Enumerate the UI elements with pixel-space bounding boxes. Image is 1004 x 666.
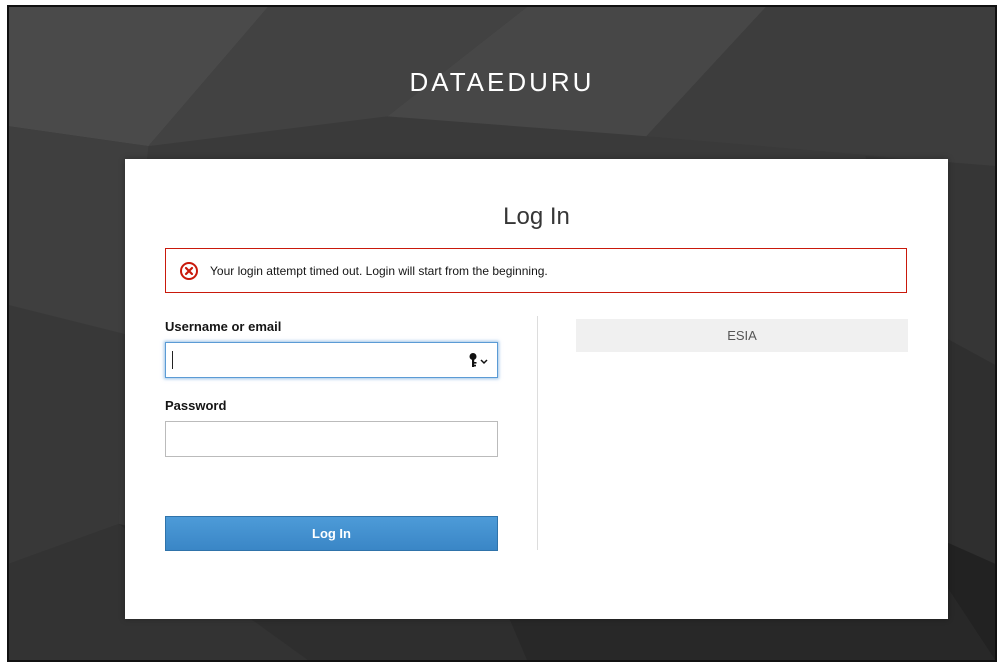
error-alert: Your login attempt timed out. Login will… [165, 248, 907, 293]
error-circle-icon [180, 261, 198, 280]
error-alert-message: Your login attempt timed out. Login will… [210, 263, 548, 278]
esia-provider-button[interactable]: ESIA [576, 319, 908, 352]
page-title: Log In [503, 203, 570, 230]
username-input[interactable] [165, 342, 498, 378]
column-divider [537, 316, 538, 550]
login-page: DATAEDURU Log In Your login attempt time… [7, 5, 997, 662]
password-label: Password [165, 398, 227, 413]
username-field-wrap [165, 342, 498, 378]
login-card: Log In Your login attempt timed out. Log… [125, 159, 948, 619]
login-form: Username or email Password [165, 319, 498, 457]
password-input[interactable] [165, 421, 498, 457]
username-label: Username or email [165, 319, 282, 334]
password-field-wrap [165, 421, 498, 457]
key-dropdown-icon[interactable] [468, 352, 490, 368]
text-caret [172, 351, 173, 369]
log-in-button[interactable]: Log In [165, 516, 498, 551]
brand-title: DATAEDURU [409, 67, 595, 97]
